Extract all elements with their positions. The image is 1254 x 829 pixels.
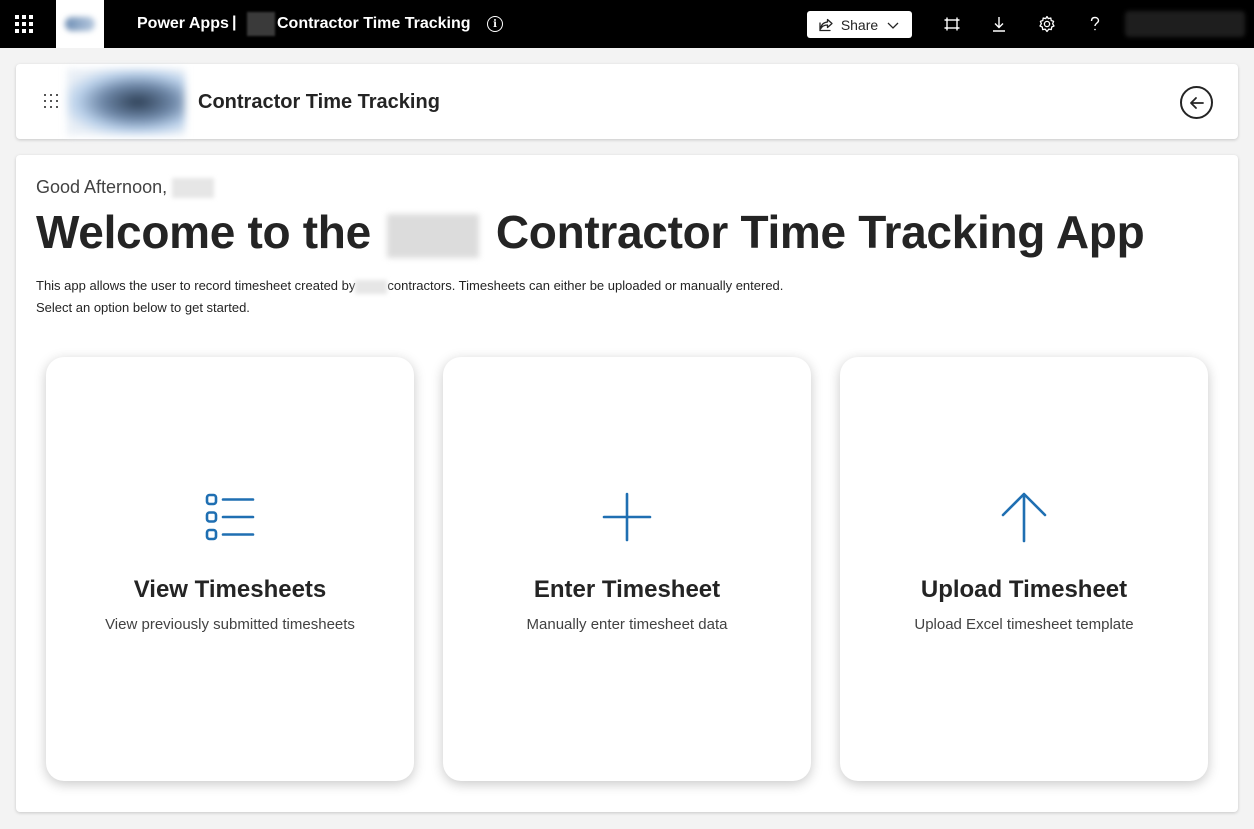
option-subtitle: Upload Excel timesheet template (914, 616, 1134, 633)
share-button[interactable]: Share (807, 11, 912, 38)
arrow-up-icon (1001, 492, 1047, 543)
app-header: Contractor Time Tracking (16, 64, 1238, 139)
header-title: Contractor Time Tracking (198, 91, 440, 113)
download-icon[interactable] (987, 12, 1011, 36)
plus-icon (602, 492, 652, 542)
drag-handle-icon[interactable] (44, 94, 58, 108)
redacted-org-name (387, 213, 480, 258)
greeting-label: Good Afternoon, (36, 177, 168, 197)
title-separator: | (232, 14, 237, 31)
redacted-org-name (247, 12, 275, 36)
welcome-prefix: Welcome to the (36, 206, 371, 258)
option-subtitle: Manually enter timesheet data (526, 616, 728, 633)
app-description: This app allows the user to record times… (36, 275, 783, 319)
page-title: Welcome to the Contractor Time Tracking … (36, 205, 1145, 259)
arrow-left-icon (1189, 96, 1204, 109)
top-bar: Power Apps | Contractor Time Tracking i … (0, 0, 1254, 48)
waffle-icon[interactable] (0, 0, 48, 48)
description-line-2: Select an option below to get started. (36, 300, 250, 315)
welcome-suffix: Contractor Time Tracking App (495, 206, 1145, 258)
help-icon[interactable] (1083, 12, 1107, 36)
company-logo (67, 69, 185, 135)
info-icon[interactable]: i (487, 16, 503, 32)
gear-icon[interactable] (1035, 12, 1059, 36)
list-icon (205, 493, 255, 541)
main-content: Good Afternoon, Welcome to the Contracto… (16, 155, 1238, 812)
app-title: Contractor Time Tracking (277, 15, 471, 32)
redacted-org-inline (355, 279, 388, 294)
tenant-logo (56, 0, 104, 48)
power-apps-label[interactable]: Power Apps (137, 15, 229, 33)
greeting-text: Good Afternoon, (36, 177, 215, 199)
option-title: Upload Timesheet (920, 576, 1128, 603)
option-subtitle: View previously submitted timesheets (105, 616, 355, 633)
option-title: View Timesheets (133, 576, 327, 603)
account-avatar[interactable] (1125, 11, 1245, 37)
upload-timesheet-card[interactable]: Upload Timesheet Upload Excel timesheet … (840, 357, 1208, 781)
description-line-1a: This app allows the user to record times… (36, 278, 356, 293)
share-label: Share (840, 16, 879, 33)
redacted-user-name (172, 178, 215, 199)
chevron-down-icon (887, 22, 899, 29)
option-title: Enter Timesheet (533, 576, 721, 603)
view-timesheets-card[interactable]: View Timesheets View previously submitte… (46, 357, 414, 781)
description-line-1b: contractors. Timesheets can either be up… (387, 278, 784, 293)
enter-timesheet-card[interactable]: Enter Timesheet Manually enter timesheet… (443, 357, 811, 781)
share-icon (819, 18, 833, 31)
back-button[interactable] (1180, 86, 1213, 119)
fit-to-screen-icon[interactable] (940, 12, 964, 36)
